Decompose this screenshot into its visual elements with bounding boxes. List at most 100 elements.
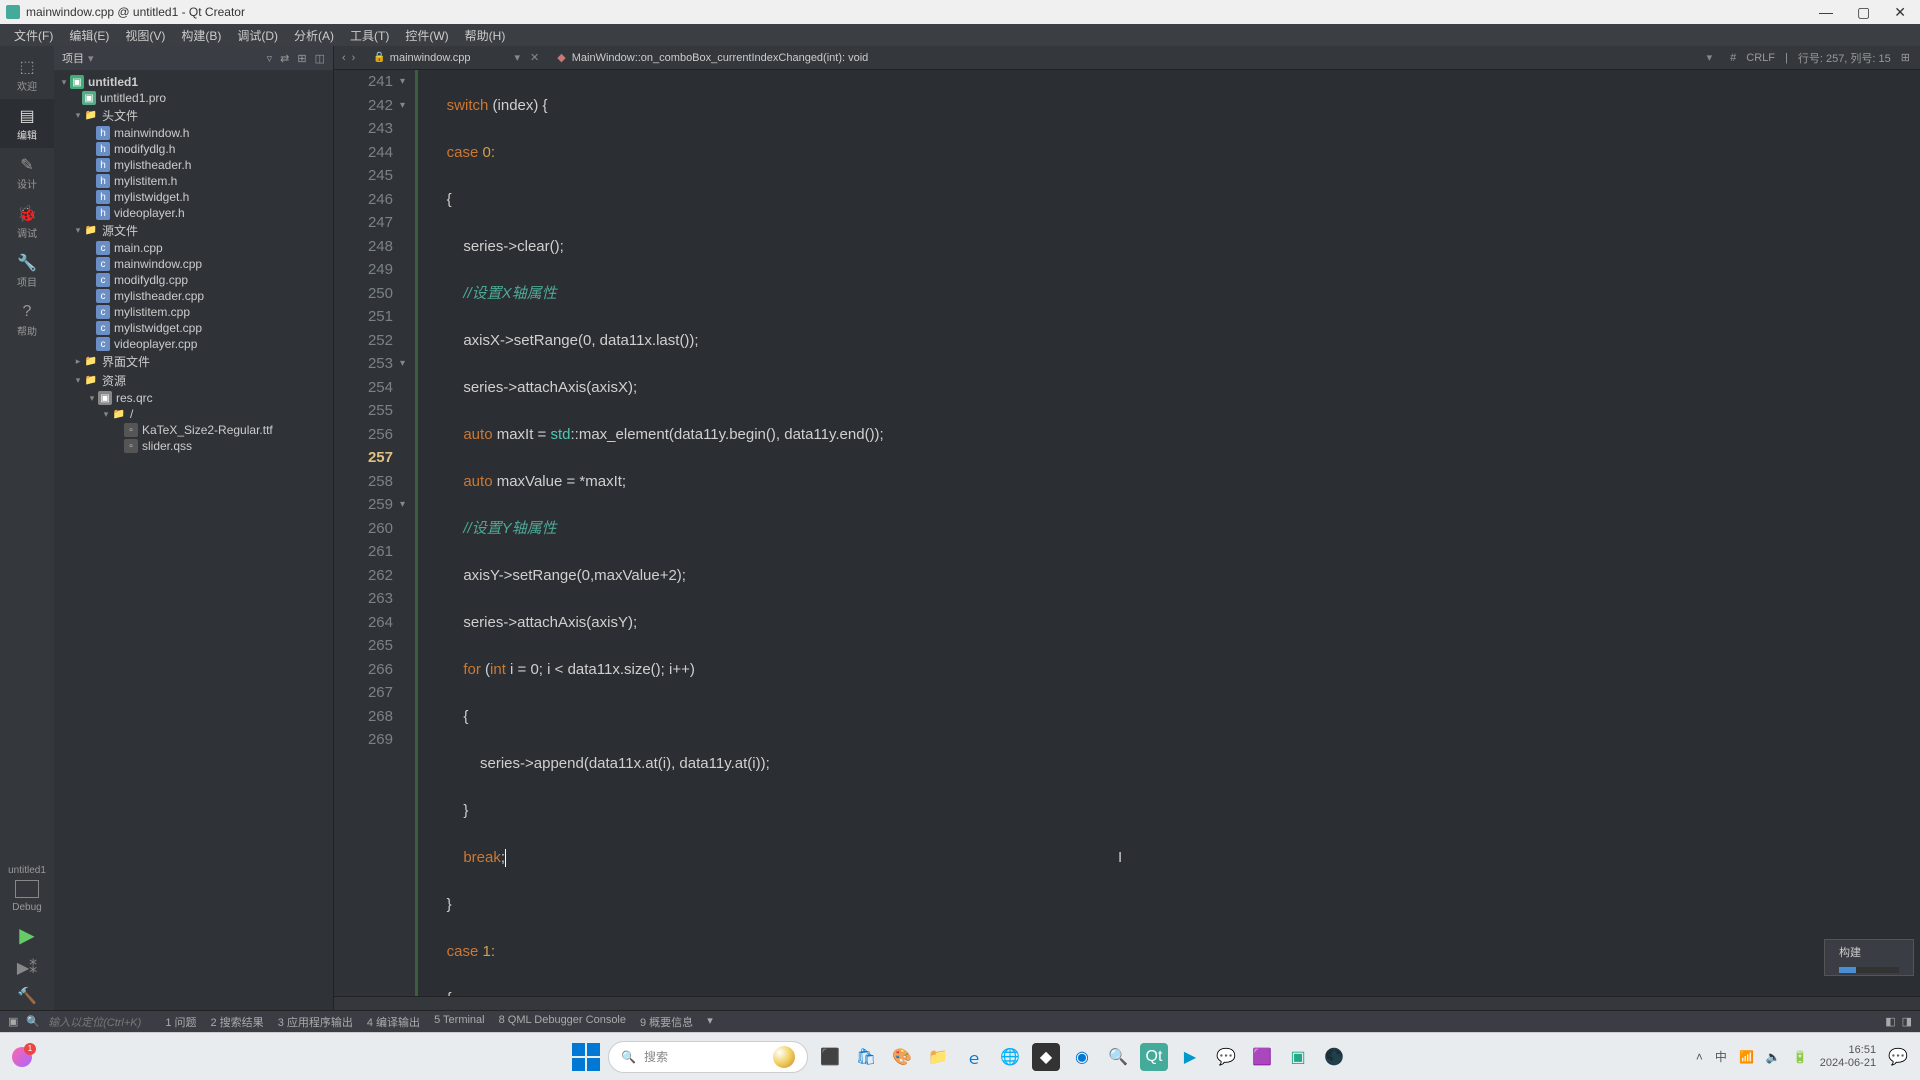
menu-view[interactable]: 视图(V) [117,25,173,46]
tree-forms-folder[interactable]: ▸📁界面文件 [54,352,333,371]
symbol-breadcrumb[interactable]: MainWindow::on_comboBox_currentIndexChan… [572,52,869,64]
menu-widgets[interactable]: 控件(W) [397,25,456,46]
tree-file[interactable]: hmodifydlg.h [54,141,333,157]
edge-icon[interactable]: ◉ [1068,1043,1096,1071]
battery-icon[interactable]: 🔋 [1793,1050,1808,1064]
app-icon[interactable]: ▶ [1176,1043,1204,1071]
close-tab-icon[interactable]: ✕ [530,51,539,64]
tree-file[interactable]: cmylistwidget.cpp [54,320,333,336]
locator-input[interactable]: 输入以定位(Ctrl+K) [48,1014,141,1030]
pane-app-output[interactable]: 3 应用程序输出 [278,1014,353,1030]
mode-help[interactable]: ? 帮助 [0,295,54,344]
tree-file[interactable]: hmainwindow.h [54,125,333,141]
close-button[interactable]: ✕ [1894,4,1906,21]
menu-build[interactable]: 构建(B) [173,25,229,46]
pane-issues[interactable]: 1 问题 [165,1014,196,1030]
copilot-icon[interactable]: 1 [12,1047,32,1067]
tree-pro-file[interactable]: ▣untitled1.pro [54,90,333,106]
tree-qrc[interactable]: ▾▣res.qrc [54,390,333,406]
split-icon[interactable]: ⊞ [1901,51,1910,64]
tree-file[interactable]: cvideoplayer.cpp [54,336,333,352]
nav-back-icon[interactable]: ‹ [342,52,346,64]
code-editor[interactable]: 241▾ 242▾ 243 244 245 246 247 248 249 25… [334,70,1920,996]
pane-search[interactable]: 2 搜索结果 [211,1014,264,1030]
tree-headers-folder[interactable]: ▾📁头文件 [54,106,333,125]
tree-prefix[interactable]: ▾📁/ [54,406,333,422]
mode-edit[interactable]: ▤ 编辑 [0,99,54,148]
tree-file[interactable]: cmain.cpp [54,240,333,256]
encoding-indicator[interactable]: # [1730,52,1736,64]
mode-debug[interactable]: 🐞 调试 [0,197,54,246]
edge-legacy-icon[interactable]: ｅ [960,1043,988,1071]
build-progress-indicator[interactable]: 构建 [1824,939,1914,977]
tree-file[interactable]: hmylistitem.h [54,173,333,189]
sidebar-toggle-right-icon[interactable]: ◨ [1902,1015,1912,1028]
split-icon[interactable]: ◫ [315,52,325,65]
pane-terminal[interactable]: 5 Terminal [434,1014,485,1030]
pane-more-icon[interactable]: ▾ [707,1014,713,1030]
app-icon[interactable]: ◆ [1032,1043,1060,1071]
taskbar-search[interactable]: 🔍 搜索 [608,1041,808,1073]
mode-welcome[interactable]: ⬚ 欢迎 [0,50,54,99]
explorer-icon[interactable]: 📁 [924,1043,952,1071]
app-icon[interactable]: 💬 [1212,1043,1240,1071]
menu-file[interactable]: 文件(F) [6,25,61,46]
everything-icon[interactable]: 🔍 [1104,1043,1132,1071]
dropdown-icon[interactable]: ▾ [1707,51,1713,64]
add-icon[interactable]: ⊞ [297,52,306,65]
qtcreator-icon[interactable]: Qt [1140,1043,1168,1071]
minimize-button[interactable]: — [1819,4,1833,21]
app-icon[interactable]: 🟪 [1248,1043,1276,1071]
open-file-tab[interactable]: 🔒 mainwindow.cpp ▾ ✕ [363,51,549,64]
line-ending-indicator[interactable]: CRLF [1746,52,1775,64]
run-button[interactable]: ▶ [19,917,34,954]
menu-edit[interactable]: 编辑(E) [61,25,117,46]
pane-qml-debugger[interactable]: 8 QML Debugger Console [499,1014,626,1030]
nav-fwd-icon[interactable]: › [352,52,356,64]
menu-help[interactable]: 帮助(H) [457,25,514,46]
pane-compile-output[interactable]: 4 编译输出 [367,1014,420,1030]
debug-run-button[interactable]: ▶⁑ [17,954,37,982]
menu-tools[interactable]: 工具(T) [342,25,397,46]
tree-file[interactable]: ▫slider.qss [54,438,333,454]
store-icon[interactable]: 🛍 [852,1043,880,1071]
app-icon[interactable]: 🌑 [1320,1043,1348,1071]
tree-root[interactable]: ▾▣untitled1 [54,74,333,90]
tree-file[interactable]: hmylistwidget.h [54,189,333,205]
volume-icon[interactable]: 🔈 [1766,1050,1781,1064]
target-selector[interactable]: untitled1 Debug [0,861,54,917]
pane-general[interactable]: 9 概要信息 [640,1014,693,1030]
project-tree[interactable]: ▾▣untitled1 ▣untitled1.pro ▾📁头文件 hmainwi… [54,70,333,1010]
cursor-position[interactable]: 行号: 257, 列号: 15 [1798,50,1891,66]
menu-debug[interactable]: 调试(D) [229,25,286,46]
sidebar-toggle-left-icon[interactable]: ◧ [1885,1015,1895,1028]
pane-toggle-icon[interactable]: ▣ [8,1015,18,1028]
tree-file[interactable]: cmainwindow.cpp [54,256,333,272]
dropdown-icon[interactable]: ▾ [515,51,521,64]
tray-chevron-icon[interactable]: ˄ [1696,1050,1703,1064]
wifi-icon[interactable]: 📶 [1739,1050,1754,1064]
mode-design[interactable]: ✎ 设计 [0,148,54,197]
clock[interactable]: 16:51 2024-06-21 [1820,1044,1876,1070]
tree-file[interactable]: cmylistitem.cpp [54,304,333,320]
horizontal-scrollbar[interactable] [334,996,1920,1010]
menu-analyze[interactable]: 分析(A) [286,25,342,46]
app-icon[interactable]: ▣ [1284,1043,1312,1071]
tree-sources-folder[interactable]: ▾📁源文件 [54,221,333,240]
filter-icon[interactable]: ▿ [267,52,273,65]
notification-icon[interactable]: 💬 [1888,1047,1908,1067]
dropdown-icon[interactable]: ▾ [88,52,94,65]
tree-file[interactable]: hvideoplayer.h [54,205,333,221]
tree-file[interactable]: cmylistheader.cpp [54,288,333,304]
build-button[interactable]: 🔨 [17,982,37,1010]
tree-file[interactable]: ▫KaTeX_Size2-Regular.ttf [54,422,333,438]
ime-indicator[interactable]: 中 [1715,1048,1727,1065]
app-icon[interactable]: 🎨 [888,1043,916,1071]
code-content[interactable]: switch (index) { case 0: { series->clear… [418,70,1920,996]
start-button[interactable] [572,1043,600,1071]
chrome-icon[interactable]: 🌐 [996,1043,1024,1071]
tree-resources-folder[interactable]: ▾📁资源 [54,371,333,390]
search-icon[interactable]: 🔍 [26,1015,40,1028]
link-icon[interactable]: ⇄ [280,52,289,65]
maximize-button[interactable]: ▢ [1857,4,1870,21]
